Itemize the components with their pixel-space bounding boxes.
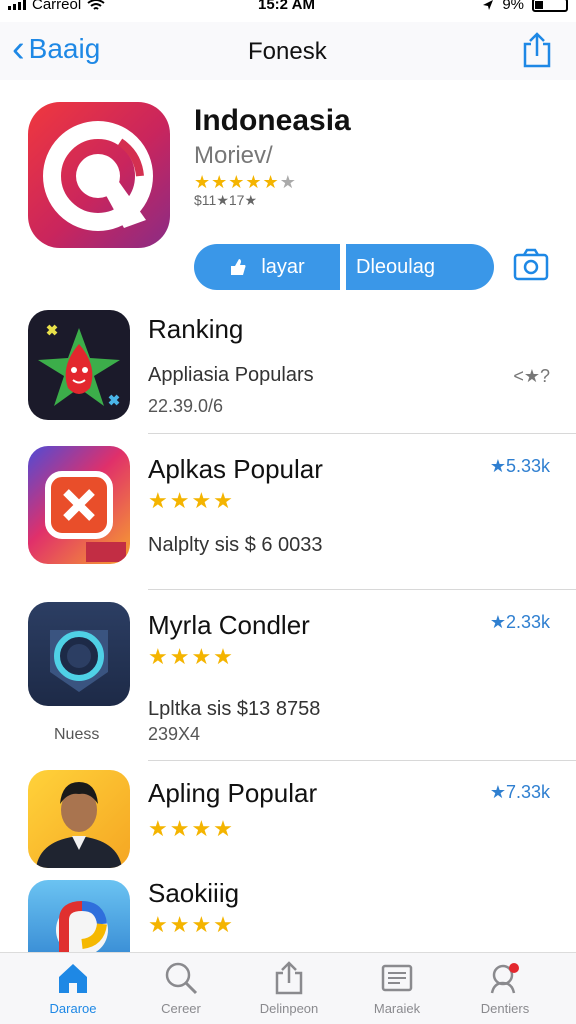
featured-app-stars: ★★★★★★ xyxy=(194,172,297,192)
tab-share[interactable]: Delinpeon xyxy=(244,961,334,1016)
download-button[interactable]: Dleoulag xyxy=(346,244,494,290)
featured-app-icon[interactable] xyxy=(28,102,170,248)
home-icon xyxy=(59,964,87,993)
tab-search[interactable]: Cereer xyxy=(136,961,226,1016)
list-item-title: Apling Popular xyxy=(148,778,318,808)
status-bar: Carreol 15:2 AM 9% xyxy=(0,0,576,16)
list-item[interactable]: Ranking Appliasia Populars 22.39.0/6 <★? xyxy=(0,300,576,434)
tab-bar: Dararoe Cereer Delinpeon Maraiek Dentier… xyxy=(0,952,576,1024)
list-item-title: Aplkas Popular xyxy=(148,454,323,484)
camera-icon[interactable] xyxy=(512,248,550,282)
status-right: 9% xyxy=(482,0,568,13)
tab-label: Dararoe xyxy=(49,1001,97,1016)
list-item-rating: ★5.33k xyxy=(489,456,550,476)
list-item[interactable]: Saokiiig ★★★★ xyxy=(0,874,576,954)
back-label: Baaig xyxy=(28,33,101,64)
tab-list[interactable]: Maraiek xyxy=(352,961,442,1016)
list-item-rating: ★7.33k xyxy=(489,782,550,802)
list-item-title: Ranking xyxy=(148,314,244,344)
back-button[interactable]: ‹ Baaig xyxy=(12,30,100,68)
share-icon xyxy=(275,961,303,995)
status-left: Carreol xyxy=(8,0,105,13)
wifi-icon xyxy=(87,0,105,10)
divider xyxy=(148,433,576,434)
battery-percent: 9% xyxy=(502,0,524,13)
list-item-side-label: Nuess xyxy=(54,726,100,743)
tab-label: Delinpeon xyxy=(259,1001,319,1016)
share-icon[interactable] xyxy=(522,32,552,68)
list-item-stars: ★★★★ xyxy=(148,816,235,841)
divider xyxy=(148,589,576,590)
featured-app-subtitle: Moriev/ xyxy=(194,142,273,169)
list-item-stars: ★★★★ xyxy=(148,488,235,513)
tab-label: Dentiers xyxy=(480,1001,530,1016)
list-item-title: Saokiiig xyxy=(148,878,240,908)
list-item-title: Myrla Condler xyxy=(148,610,310,640)
list-item-detail: Lpltka sis $13 8758 xyxy=(148,698,321,720)
featured-app-meta: $11★17★ xyxy=(194,192,257,208)
location-icon xyxy=(483,0,494,10)
list-icon xyxy=(381,964,413,992)
tab-label: Maraiek xyxy=(373,1001,421,1016)
featured-app-name: Indoneasia xyxy=(194,104,351,137)
tab-today[interactable]: Dararoe xyxy=(28,961,118,1016)
list-item[interactable]: Aplkas Popular ★★★★ Nalplty sis $ 6 0033… xyxy=(0,444,576,594)
list-item-meta: 22.39.0/6 xyxy=(148,396,224,416)
list-item-stars: ★★★★ xyxy=(148,912,235,937)
tab-label: Cereer xyxy=(161,1001,201,1016)
status-time: 15:2 AM xyxy=(258,0,315,13)
tab-profile[interactable]: Dentiers xyxy=(460,961,550,1016)
list-item-meta: 239X4 xyxy=(148,724,201,744)
download-button-label: Dleoulag xyxy=(356,255,435,278)
divider xyxy=(148,760,576,761)
profile-icon xyxy=(490,963,519,994)
carrier-label: Carreol xyxy=(32,0,82,13)
thumbs-up-icon xyxy=(231,259,246,275)
play-button-label: layar xyxy=(261,255,305,278)
camera-app-icon xyxy=(28,602,130,706)
battery-icon xyxy=(532,0,568,12)
list-item[interactable]: Apling Popular ★★★★ ★7.33k xyxy=(0,768,576,878)
list-item-rating: ★2.33k xyxy=(489,612,550,632)
signal-icon xyxy=(8,0,26,10)
search-icon xyxy=(165,962,198,995)
ranking-app-icon xyxy=(28,310,130,420)
list-item-stars: ★★★★ xyxy=(148,644,235,669)
list-item-detail: Nalplty sis $ 6 0033 xyxy=(148,534,323,556)
app-logo-icon xyxy=(43,121,153,231)
chevron-left-icon: ‹ xyxy=(12,28,25,70)
list-item-rating: <★? xyxy=(513,366,550,386)
popular-app-icon xyxy=(28,446,130,564)
profile-app-icon xyxy=(28,770,130,868)
navigation-bar: ‹ Baaig Fonesk xyxy=(0,22,576,80)
featured-app: Indoneasia Moriev/ ★★★★★★ $11★17★ layar … xyxy=(0,100,576,300)
list-item[interactable]: Nuess Myrla Condler ★★★★ Lpltka sis $13 … xyxy=(0,600,576,761)
play-button[interactable]: layar xyxy=(194,244,340,290)
page-title: Fonesk xyxy=(248,38,327,65)
browser-app-icon xyxy=(28,880,130,954)
list-item-detail: Appliasia Populars xyxy=(148,364,314,386)
